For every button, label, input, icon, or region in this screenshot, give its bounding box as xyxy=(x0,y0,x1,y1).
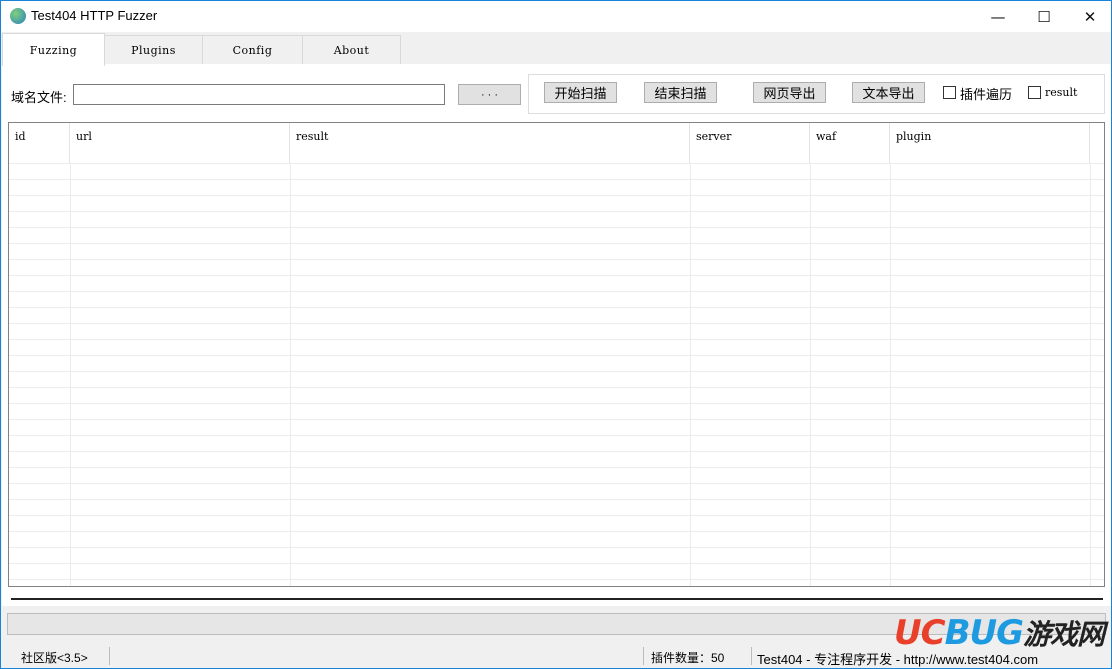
column-header-result[interactable]: result xyxy=(290,123,690,163)
grid-row-line xyxy=(9,211,1104,212)
grid-row-line xyxy=(9,371,1104,372)
grid-row-line xyxy=(9,403,1104,404)
status-separator xyxy=(751,647,752,665)
status-separator xyxy=(109,647,110,665)
tab-plugins[interactable]: Plugins xyxy=(104,35,203,65)
grid-row-line xyxy=(9,435,1104,436)
grid-row-line xyxy=(9,355,1104,356)
grid-row-line xyxy=(9,515,1104,516)
grid-row-line xyxy=(9,387,1104,388)
plugin-traverse-label: 插件遍历 xyxy=(960,87,1013,102)
export-text-button[interactable]: 文本导出 xyxy=(852,82,925,103)
domain-file-input[interactable] xyxy=(73,84,445,105)
export-html-button[interactable]: 网页导出 xyxy=(753,82,826,103)
plugin-count: 插件数量：50 xyxy=(651,651,725,665)
column-header-server[interactable]: server xyxy=(690,123,810,163)
maximize-button[interactable]: ☐ xyxy=(1021,1,1067,32)
grid-row-line xyxy=(9,339,1104,340)
app-icon xyxy=(10,8,26,24)
grid-row-line xyxy=(9,275,1104,276)
edition-label: 社区版<3.5> xyxy=(21,651,88,665)
grid-row-line xyxy=(9,163,1104,164)
column-header-url[interactable]: url xyxy=(70,123,290,163)
window-title: Test404 HTTP Fuzzer xyxy=(31,8,158,23)
tab-strip: Fuzzing Plugins Config About xyxy=(1,33,1111,66)
grid-row-line xyxy=(9,323,1104,324)
start-scan-button[interactable]: 开始扫描 xyxy=(544,82,617,103)
grid-row-line xyxy=(9,291,1104,292)
grid-row-line xyxy=(9,499,1104,500)
close-button[interactable]: ✕ xyxy=(1067,1,1112,32)
result-checkbox[interactable] xyxy=(1028,86,1041,99)
tab-config[interactable]: Config xyxy=(202,35,303,65)
grid-row-line xyxy=(9,419,1104,420)
status-separator xyxy=(643,647,644,665)
result-checkbox-label: result xyxy=(1045,86,1078,99)
grid-row-line xyxy=(9,259,1104,260)
grid-row-line xyxy=(9,195,1104,196)
grid-row-line xyxy=(9,547,1104,548)
grid-row-line xyxy=(9,179,1104,180)
results-table[interactable]: id url result server waf plugin xyxy=(8,122,1105,587)
grid-row-line xyxy=(9,451,1104,452)
grid-row-line xyxy=(9,243,1104,244)
tab-about[interactable]: About xyxy=(302,35,401,65)
grid-row-line xyxy=(9,579,1104,580)
title-bar: Test404 HTTP Fuzzer — ☐ ✕ xyxy=(1,1,1111,32)
grid-row-line xyxy=(9,563,1104,564)
minimize-button[interactable]: — xyxy=(975,1,1021,32)
column-header-waf[interactable]: waf xyxy=(810,123,890,163)
grid-row-line xyxy=(9,531,1104,532)
watermark-logo: UCBUG游戏网 xyxy=(894,613,1105,653)
divider xyxy=(11,598,1103,600)
plugin-traverse-checkbox[interactable] xyxy=(943,86,956,99)
grid-row-line xyxy=(9,227,1104,228)
column-header-plugin[interactable]: plugin xyxy=(890,123,1090,163)
browse-button[interactable]: · · · xyxy=(458,84,521,105)
grid-row-line xyxy=(9,483,1104,484)
stop-scan-button[interactable]: 结束扫描 xyxy=(644,82,717,103)
grid-row-line xyxy=(9,467,1104,468)
column-header-id[interactable]: id xyxy=(9,123,70,163)
grid-row-line xyxy=(9,307,1104,308)
tab-fuzzing[interactable]: Fuzzing xyxy=(2,33,105,66)
domain-file-label: 域名文件: xyxy=(11,90,67,105)
